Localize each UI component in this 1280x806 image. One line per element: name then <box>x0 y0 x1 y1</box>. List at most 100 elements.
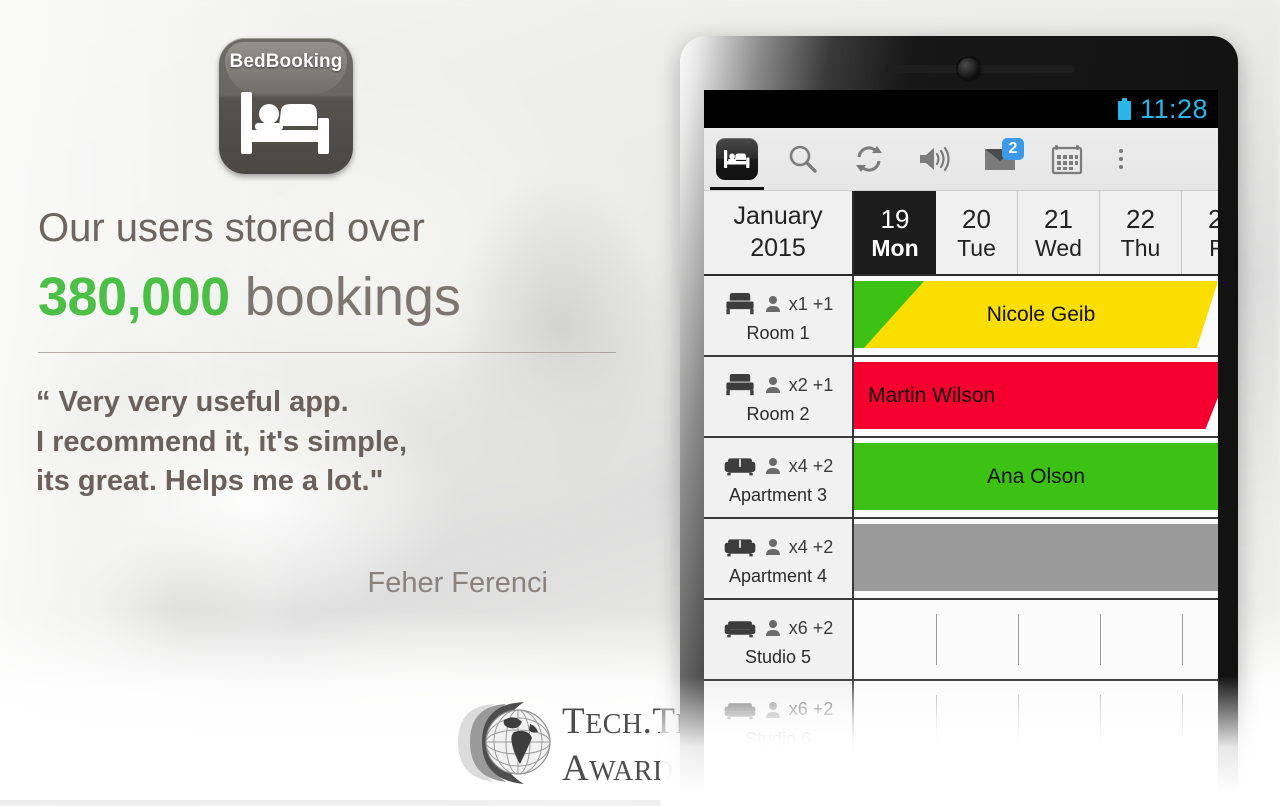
status-bar: 11:28 <box>704 90 1218 128</box>
quote-line-3: its great. Helps me a lot." <box>36 465 384 498</box>
overflow-menu-button[interactable] <box>1100 128 1142 190</box>
table-row[interactable]: x2 +1 Room 2 Martin Wilson <box>704 357 1218 438</box>
messages-button[interactable]: 2 <box>968 128 1034 190</box>
table-row[interactable]: x6 +3 <box>704 762 1218 800</box>
year-number: 2015 <box>750 233 806 262</box>
room-cell[interactable]: x1 +1 Room 1 <box>704 276 854 355</box>
app-icon: BedBooking <box>219 38 353 174</box>
day-number: 20 <box>962 203 991 234</box>
day-number: 22 <box>1126 203 1155 234</box>
day-name: Fri <box>1209 234 1218 261</box>
day-number: 21 <box>1044 203 1073 234</box>
day-column-20[interactable]: 20 Tue <box>936 191 1018 274</box>
day-name: Mon <box>871 234 919 261</box>
booking-lane[interactable] <box>854 762 1218 800</box>
room-capacity: x6 +2 <box>788 617 834 638</box>
marketing-panel: BedBooking Our users stored over 380,000… <box>0 0 680 800</box>
booking-bar[interactable]: Ana Olson <box>854 443 1218 510</box>
speaker-icon <box>920 146 950 172</box>
person-icon <box>765 701 780 718</box>
calendar-icon <box>1051 145 1083 175</box>
bed-icon <box>726 292 754 315</box>
room-capacity-row: x1 +1 <box>723 287 834 321</box>
booking-lane[interactable] <box>854 519 1218 598</box>
day-name: Thu <box>1120 234 1161 261</box>
booking-bar[interactable]: Martin Wilson <box>854 362 1218 429</box>
earpiece-speaker <box>885 65 1075 73</box>
sofa-icon <box>724 794 756 800</box>
booking-lane[interactable] <box>854 600 1218 679</box>
divider <box>38 352 616 353</box>
room-cell[interactable]: x4 +2 Apartment 3 <box>704 438 854 517</box>
day-name: Tue <box>957 234 996 261</box>
award-l1-b: ECH <box>585 709 643 740</box>
testimonial-quote: “ Very very useful app. I recommend it, … <box>36 383 636 502</box>
booking-lane[interactable]: Martin Wilson <box>854 357 1218 436</box>
day-column-23[interactable]: 23 Fri <box>1182 191 1218 274</box>
table-row[interactable]: x6 +2 Studio 6 <box>704 681 1218 762</box>
booking-lane[interactable] <box>854 681 1218 761</box>
calendar-button[interactable] <box>1034 128 1100 190</box>
phone-top-bezel <box>680 36 1238 96</box>
room-name: Room 2 <box>746 404 810 424</box>
table-row[interactable]: x4 +2 Apartment 4 <box>704 519 1218 600</box>
person-icon <box>765 620 780 636</box>
booking-count: 380,000 <box>38 267 230 327</box>
day-column-22[interactable]: 22 Thu <box>1100 191 1182 274</box>
room-cell[interactable]: x6 +2 Studio 6 <box>704 681 854 761</box>
booking-unit-label: bookings <box>244 267 461 327</box>
room-cell[interactable]: x2 +1 Room 2 <box>704 357 854 436</box>
app-icon-label: BedBooking <box>229 51 343 72</box>
day-number: 23 <box>1208 203 1218 234</box>
room-capacity-row: x6 +2 <box>723 693 833 727</box>
table-row[interactable]: x4 +2 Apartment 3 Ana Olson <box>704 438 1218 519</box>
room-capacity-row: x2 +1 <box>723 368 834 402</box>
person-icon <box>765 296 780 312</box>
room-capacity: x6 +3 <box>789 791 834 801</box>
room-capacity-row: x6 +3 <box>723 784 834 801</box>
room-capacity-row: x4 +2 <box>723 530 833 564</box>
phone-mockup: 11:28 2 January 2015 19 Mon 20 Tue 21 We… <box>660 36 1280 806</box>
app-tab-icon-wrap <box>716 138 758 180</box>
messages-badge: 2 <box>1002 138 1024 160</box>
battery-icon <box>1117 98 1131 120</box>
award-l2-a: A <box>562 748 590 789</box>
room-cell[interactable]: x6 +3 <box>704 762 854 800</box>
quote-line-1: “ Very very useful app. <box>36 386 349 418</box>
sync-icon <box>856 146 882 172</box>
sofa-icon <box>724 702 756 719</box>
award-l2-b: WARD <box>589 756 674 787</box>
day-column-21[interactable]: 21 Wed <box>1018 191 1100 274</box>
search-button[interactable] <box>770 128 836 190</box>
room-capacity: x1 +1 <box>788 293 834 314</box>
day-name: Wed <box>1035 234 1082 261</box>
month-label[interactable]: January 2015 <box>704 191 854 274</box>
table-row[interactable]: x6 +2 Studio 5 <box>704 600 1218 681</box>
sofa-icon <box>724 539 756 557</box>
booking-lane[interactable]: Ana Olson <box>854 438 1218 517</box>
person-icon <box>765 377 780 393</box>
day-column-19[interactable]: 19 Mon <box>854 191 936 274</box>
person-icon <box>768 793 777 800</box>
booking-bar[interactable]: Nicole Geib <box>864 281 1218 348</box>
headline-line2: 380,000 bookings <box>38 267 638 327</box>
booking-grid[interactable]: x1 +1 Room 1 Nicole Geib x2 +1 Room 2 Ma… <box>704 276 1218 800</box>
app-tab-button[interactable] <box>704 128 770 190</box>
sound-button[interactable] <box>902 128 968 190</box>
booking-bar[interactable] <box>854 524 1218 591</box>
app-tab-underline <box>710 187 764 190</box>
sync-button[interactable] <box>836 128 902 190</box>
room-capacity-row: x4 +2 <box>723 449 833 483</box>
front-camera <box>958 58 980 80</box>
room-cell[interactable]: x6 +2 Studio 5 <box>704 600 854 679</box>
table-row[interactable]: x1 +1 Room 1 Nicole Geib <box>704 276 1218 357</box>
booking-lane[interactable]: Nicole Geib <box>854 276 1218 355</box>
phone-body: 11:28 2 January 2015 19 Mon 20 Tue 21 We… <box>680 36 1238 800</box>
person-icon <box>765 458 780 474</box>
person-icon <box>765 539 780 555</box>
room-capacity-row: x6 +2 <box>723 611 834 645</box>
room-cell[interactable]: x4 +2 Apartment 4 <box>704 519 854 598</box>
headline-line1: Our users stored over <box>38 206 425 250</box>
room-name: Room 1 <box>746 323 810 343</box>
room-capacity: x2 +1 <box>788 374 834 395</box>
